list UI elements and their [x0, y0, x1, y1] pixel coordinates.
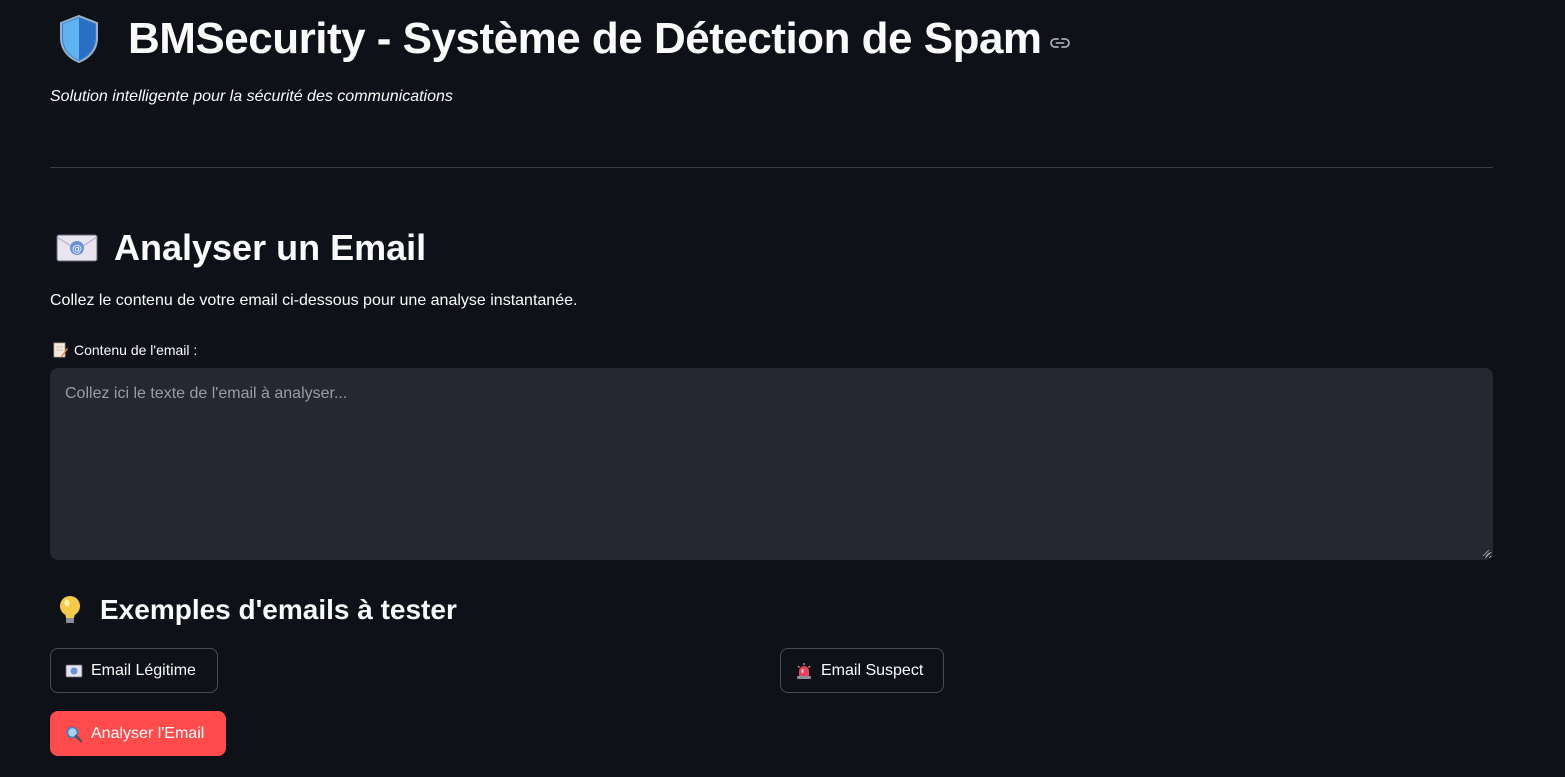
- suspect-email-example-button[interactable]: Email Suspect: [780, 648, 944, 693]
- memo-icon: [53, 342, 68, 358]
- analyze-section-heading: @ Analyser un Email: [56, 222, 426, 274]
- page-title: BMSecurity - Système de Détection de Spa…: [128, 14, 1042, 63]
- analyze-email-label: Analyser l'Email: [91, 724, 205, 742]
- suspect-email-example-label: Email Suspect: [821, 661, 924, 679]
- examples-section-heading: Exemples d'emails à tester: [56, 590, 457, 630]
- email-icon: [65, 664, 83, 677]
- legit-email-example-label: Email Légitime: [91, 661, 196, 679]
- email-content-textarea[interactable]: [50, 368, 1493, 560]
- email-content-label-text: Contenu de l'email :: [74, 342, 198, 358]
- analyze-section-title: Analyser un Email: [114, 227, 427, 268]
- page-subtitle: Solution intelligente pour la sécurité d…: [50, 88, 453, 105]
- siren-icon: [797, 662, 811, 679]
- email-content-label: Contenu de l'email :: [52, 340, 197, 360]
- resize-handle-icon[interactable]: [1482, 549, 1490, 557]
- analyze-email-button[interactable]: Analyser l'Email: [50, 711, 226, 756]
- shield-icon: [60, 14, 98, 64]
- magnifier-icon: [66, 726, 83, 742]
- link-icon[interactable]: [1049, 36, 1070, 50]
- analyze-instructions: Collez le contenu de votre email ci-dess…: [50, 292, 578, 309]
- email-envelope-icon: @: [56, 234, 98, 262]
- divider: [50, 167, 1493, 168]
- legit-email-example-button[interactable]: Email Légitime: [50, 648, 218, 693]
- email-textarea-container: [50, 368, 1493, 560]
- app-page: BMSecurity - Système de Détection de Spa…: [0, 0, 1565, 777]
- light-bulb-icon: [60, 596, 80, 623]
- page-header: BMSecurity - Système de Détection de Spa…: [58, 8, 1070, 70]
- svg-text:@: @: [72, 244, 82, 255]
- examples-section-title: Exemples d'emails à tester: [100, 594, 457, 625]
